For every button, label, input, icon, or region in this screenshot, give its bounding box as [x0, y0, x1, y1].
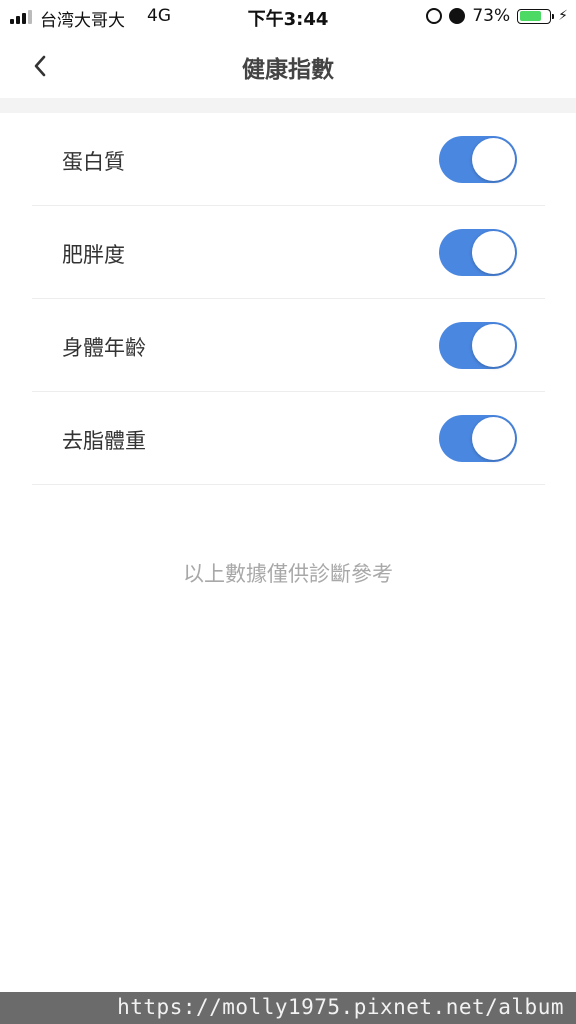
- list-item-lean-body-mass: 去脂體重: [32, 392, 545, 485]
- list-item-body-age: 身體年齡: [32, 299, 545, 392]
- charging-bolt-icon: ⚡: [558, 8, 568, 24]
- toggle-knob: [472, 324, 515, 367]
- orientation-lock-icon: [426, 8, 443, 24]
- alarm-icon: [449, 8, 466, 24]
- watermark-bar: https://molly1975.pixnet.net/album: [0, 992, 576, 1024]
- item-label: 身體年齡: [62, 336, 146, 360]
- page-title: 健康指數: [242, 57, 334, 83]
- item-label: 蛋白質: [62, 150, 125, 174]
- nav-bar: 健康指數: [0, 34, 576, 98]
- list-item-obesity: 肥胖度: [32, 206, 545, 299]
- body-age-toggle[interactable]: [439, 322, 517, 369]
- toggle-knob: [472, 138, 515, 181]
- toggle-knob: [472, 417, 515, 460]
- battery-icon: [517, 8, 555, 24]
- item-label: 肥胖度: [62, 243, 125, 267]
- section-divider: [0, 98, 576, 113]
- status-bar: 台湾大哥大 4G 下午3:44 73% ⚡: [0, 0, 576, 34]
- watermark-url: https://molly1975.pixnet.net/album: [117, 995, 564, 1019]
- obesity-toggle[interactable]: [439, 229, 517, 276]
- list-item-protein: 蛋白質: [32, 113, 545, 206]
- lean-body-mass-toggle[interactable]: [439, 415, 517, 462]
- toggle-knob: [472, 231, 515, 274]
- battery-percent: 73%: [472, 6, 511, 26]
- health-index-list: 蛋白質 肥胖度 身體年齡 去脂體重: [0, 113, 576, 485]
- protein-toggle[interactable]: [439, 136, 517, 183]
- disclaimer-text: 以上數據僅供診斷參考: [183, 562, 393, 586]
- item-label: 去脂體重: [62, 429, 146, 453]
